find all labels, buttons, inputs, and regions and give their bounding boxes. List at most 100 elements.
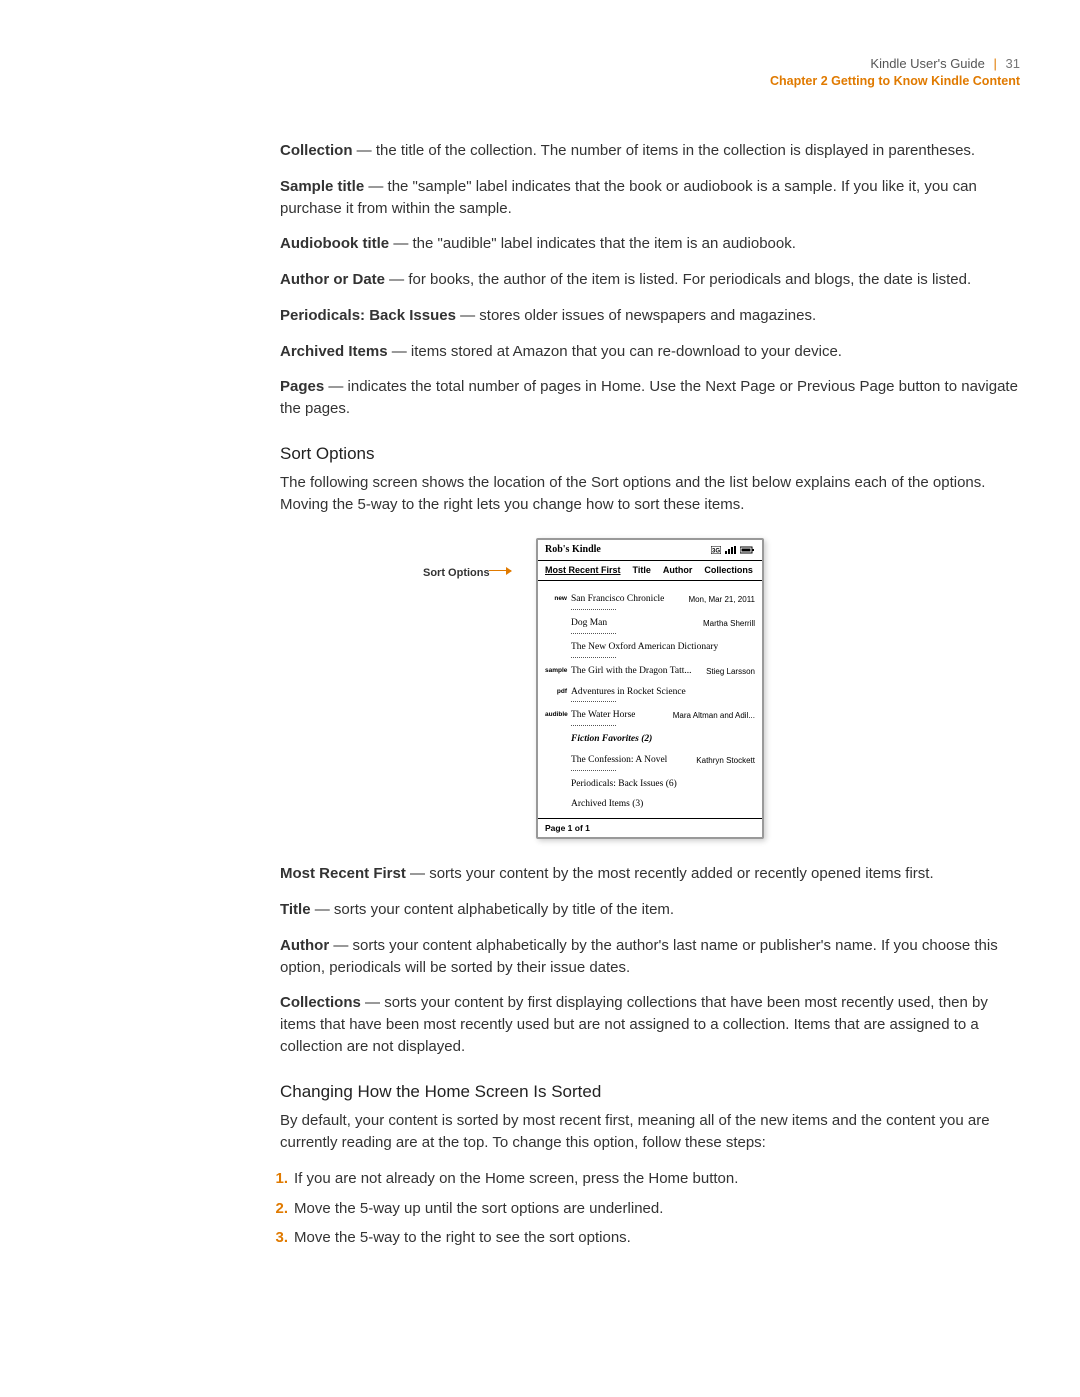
- sort-options-intro: The following screen shows the location …: [280, 472, 1020, 516]
- item-title: Fiction Favorites (2): [571, 733, 652, 747]
- term: Sample title: [280, 178, 364, 195]
- item-meta: Kathryn Stockett: [696, 754, 755, 767]
- def-author-date: Author or Date — for books, the author o…: [280, 269, 1020, 291]
- item-title: The Confession: A Novel: [571, 754, 667, 768]
- step-2: Move the 5-way up until the sort options…: [280, 1198, 1020, 1220]
- item-badge: [545, 641, 567, 655]
- term: Author: [280, 937, 329, 954]
- list-item-left: Dog Man: [545, 617, 697, 631]
- item-badge: audible: [545, 709, 567, 723]
- def-text: — stores older issues of newspapers and …: [456, 307, 816, 324]
- item-title: Adventures in Rocket Science: [571, 686, 686, 700]
- def-text: — sorts your content alphabetically by t…: [311, 901, 675, 918]
- term: Archived Items: [280, 343, 388, 360]
- term: Author or Date: [280, 271, 385, 288]
- svg-text:3G: 3G: [712, 549, 720, 554]
- section-heading-changing-sort: Changing How the Home Screen Is Sorted: [280, 1080, 1020, 1105]
- item-title: Dog Man: [571, 617, 607, 631]
- chapter-title: Chapter 2 Getting to Know Kindle Content: [770, 73, 1020, 91]
- header-line-1: Kindle User's Guide | 31: [770, 55, 1020, 73]
- kindle-status-bar: Rob's Kindle 3G: [538, 540, 762, 561]
- list-item-left: The Confession: A Novel: [545, 754, 690, 768]
- list-item-left: newSan Francisco Chronicle: [545, 593, 682, 607]
- progress-dots: [571, 724, 616, 726]
- status-icons: 3G: [711, 546, 755, 554]
- kindle-figure: Sort Options Rob's Kindle 3G Most Recent…: [280, 538, 1020, 840]
- step-3: Move the 5-way to the right to see the s…: [280, 1227, 1020, 1249]
- list-item-left: Periodicals: Back Issues (6): [545, 778, 755, 792]
- list-item-left: audible The Water Horse: [545, 709, 667, 723]
- term: Most Recent First: [280, 865, 406, 882]
- section-heading-sort-options: Sort Options: [280, 442, 1020, 467]
- item-title: Periodicals: Back Issues (6): [571, 778, 677, 792]
- progress-dots: [571, 769, 616, 771]
- progress-dots: [571, 632, 616, 634]
- exp-most-recent: Most Recent First — sorts your content b…: [280, 863, 1020, 885]
- step-1: If you are not already on the Home scree…: [280, 1168, 1020, 1190]
- def-text: — the "audible" label indicates that the…: [389, 235, 796, 252]
- term: Audiobook title: [280, 235, 389, 252]
- list-item: audible The Water Horse Mara Altman and Ad…: [545, 709, 755, 723]
- sort-tab-collections: Collections: [704, 564, 753, 577]
- list-item: newSan Francisco Chronicle Mon, Mar 21, 2…: [545, 593, 755, 607]
- item-badge: pdf: [545, 686, 567, 700]
- item-title: The Water Horse: [571, 709, 635, 723]
- def-text: — the title of the collection. The numbe…: [353, 142, 976, 159]
- def-text: — sorts your content by first displaying…: [280, 994, 988, 1055]
- list-item: Dog Man Martha Sherrill: [545, 617, 755, 631]
- list-item: The New Oxford American Dictionary: [545, 641, 755, 655]
- term: Periodicals: Back Issues: [280, 307, 456, 324]
- kindle-sort-row: Most Recent First Title Author Collectio…: [538, 562, 762, 580]
- def-audiobook-title: Audiobook title — the "audible" label in…: [280, 233, 1020, 255]
- progress-dots: [571, 608, 616, 610]
- list-item: Periodicals: Back Issues (6): [545, 778, 755, 792]
- list-item-left: Archived Items (3): [545, 798, 755, 812]
- item-title: Archived Items (3): [571, 798, 643, 812]
- page-header: Kindle User's Guide | 31 Chapter 2 Getti…: [770, 55, 1020, 91]
- list-item-left: sampleThe Girl with the Dragon Tatt...: [545, 665, 700, 679]
- network-icon: 3G: [711, 546, 721, 554]
- battery-icon: [740, 546, 755, 554]
- term: Pages: [280, 378, 324, 395]
- figure-callout-label: Sort Options: [423, 566, 490, 582]
- list-item: pdf Adventures in Rocket Science: [545, 686, 755, 700]
- list-item: sampleThe Girl with the Dragon Tatt...St…: [545, 665, 755, 679]
- item-meta: Mara Altman and Adil...: [673, 709, 755, 722]
- def-text: — for books, the author of the item is l…: [385, 271, 971, 288]
- kindle-divider: [538, 560, 762, 561]
- list-item-left: Fiction Favorites (2): [545, 733, 755, 747]
- header-divider: |: [994, 56, 997, 71]
- page-number: 31: [1006, 56, 1020, 71]
- term: Title: [280, 901, 311, 918]
- kindle-page-indicator: Page 1 of 1: [538, 818, 762, 837]
- list-item: Archived Items (3): [545, 798, 755, 812]
- exp-collections: Collections — sorts your content by firs…: [280, 992, 1020, 1057]
- sort-tab-author: Author: [663, 564, 693, 577]
- item-meta: Mon, Mar 21, 2011: [688, 593, 755, 606]
- def-text: — sorts your content by the most recentl…: [406, 865, 934, 882]
- def-archived-items: Archived Items — items stored at Amazon …: [280, 341, 1020, 363]
- def-collection: Collection — the title of the collection…: [280, 140, 1020, 162]
- item-meta: Martha Sherrill: [703, 617, 755, 630]
- item-badge: [545, 754, 567, 768]
- changing-sort-intro: By default, your content is sorted by mo…: [280, 1110, 1020, 1154]
- item-badge: [545, 617, 567, 631]
- sort-tab-title: Title: [633, 564, 651, 577]
- def-periodicals: Periodicals: Back Issues — stores older …: [280, 305, 1020, 327]
- def-text: — items stored at Amazon that you can re…: [388, 343, 842, 360]
- page-content: Collection — the title of the collection…: [280, 140, 1020, 1249]
- sort-tab-most-recent: Most Recent First: [545, 564, 621, 577]
- progress-dots: [571, 656, 616, 658]
- kindle-screenshot: Rob's Kindle 3G Most Recent First Title …: [536, 538, 764, 840]
- term: Collection: [280, 142, 353, 159]
- item-badge: [545, 778, 567, 792]
- item-badge: [545, 798, 567, 812]
- steps-list: If you are not already on the Home scree…: [280, 1168, 1020, 1249]
- def-text: — the "sample" label indicates that the …: [280, 178, 977, 217]
- term: Collections: [280, 994, 361, 1011]
- def-sample-title: Sample title — the "sample" label indica…: [280, 176, 1020, 220]
- item-title: San Francisco Chronicle: [571, 593, 664, 607]
- item-title: The Girl with the Dragon Tatt...: [571, 665, 692, 679]
- kindle-home-list: newSan Francisco Chronicle Mon, Mar 21, 2…: [538, 582, 762, 818]
- progress-dots: [571, 700, 616, 702]
